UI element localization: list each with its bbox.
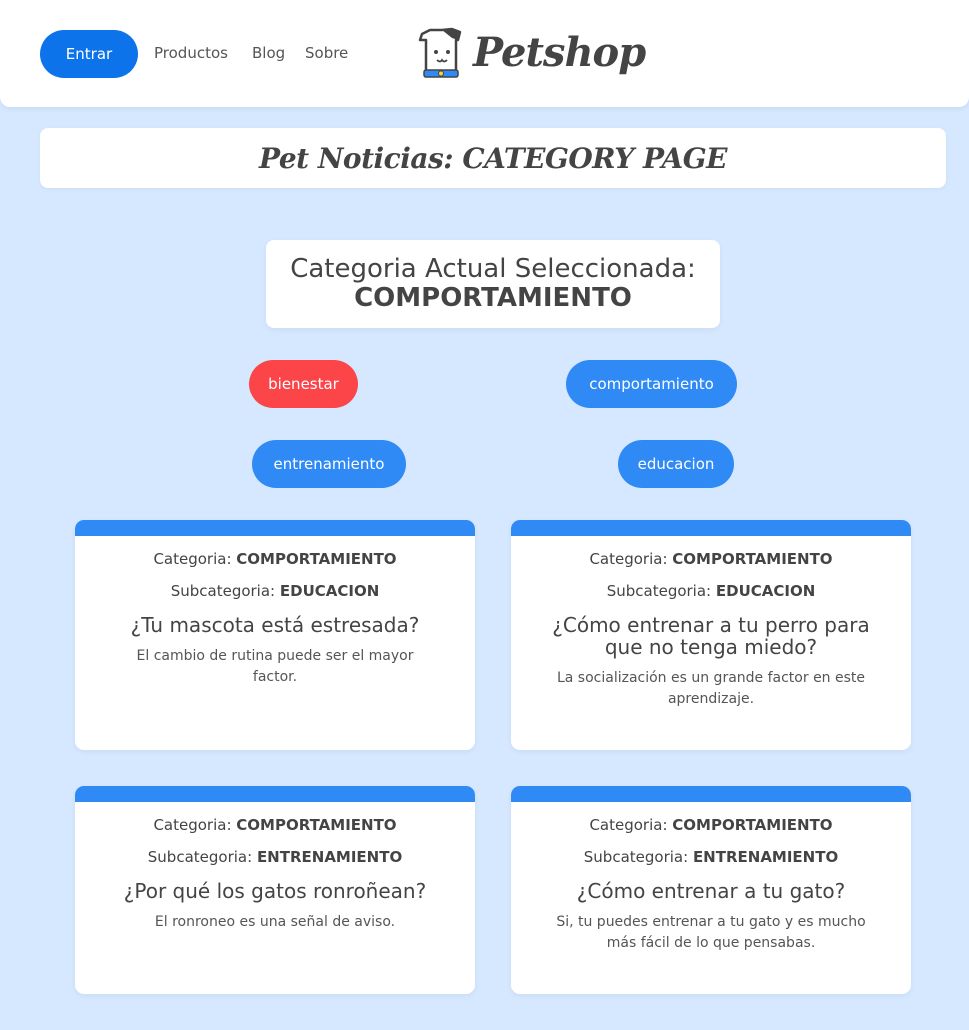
brand-logo-text[interactable]: Petshop xyxy=(473,26,646,80)
card-subcategory: Subcategoria: ENTRENAMIENTO xyxy=(147,848,403,866)
card-category: Categoria: COMPORTAMIENTO xyxy=(153,816,397,834)
nav-link-sobre[interactable]: Sobre xyxy=(305,44,348,62)
login-button[interactable]: Entrar xyxy=(40,30,138,78)
filter-entrenamiento-button[interactable]: entrenamiento xyxy=(252,440,406,488)
card-title[interactable]: ¿Cómo entrenar a tu perro para que no te… xyxy=(551,614,871,658)
post-card[interactable]: Categoria: COMPORTAMIENTO Subcategoria: … xyxy=(511,520,911,750)
post-card[interactable]: Categoria: COMPORTAMIENTO Subcategoria: … xyxy=(75,786,475,994)
nav-link-productos[interactable]: Productos xyxy=(154,44,228,62)
current-category-box: Categoria Actual Seleccionada: COMPORTAM… xyxy=(266,240,720,328)
card-accent-strip xyxy=(75,786,475,802)
card-accent-strip xyxy=(75,520,475,536)
card-category: Categoria: COMPORTAMIENTO xyxy=(589,816,833,834)
dog-logo-icon[interactable] xyxy=(416,26,466,82)
card-title[interactable]: ¿Por qué los gatos ronroñean? xyxy=(115,880,435,902)
filter-educacion-button[interactable]: educacion xyxy=(618,440,734,488)
post-card[interactable]: Categoria: COMPORTAMIENTO Subcategoria: … xyxy=(75,520,475,750)
current-category-value: COMPORTAMIENTO xyxy=(354,283,632,313)
card-accent-strip xyxy=(511,520,911,536)
site-header: Entrar Productos Blog Sobre Petshop xyxy=(0,0,969,107)
card-accent-strip xyxy=(511,786,911,802)
filter-comportamiento-button[interactable]: comportamiento xyxy=(566,360,737,408)
card-subcategory: Subcategoria: ENTRENAMIENTO xyxy=(583,848,839,866)
card-title[interactable]: ¿Tu mascota está estresada? xyxy=(115,614,435,636)
card-title[interactable]: ¿Cómo entrenar a tu gato? xyxy=(551,880,871,902)
card-description: Si, tu puedes entrenar a tu gato y es mu… xyxy=(556,914,866,951)
card-subcategory: Subcategoria: EDUCACION xyxy=(606,582,816,600)
post-card[interactable]: Categoria: COMPORTAMIENTO Subcategoria: … xyxy=(511,786,911,994)
card-description: El ronroneo es una señal de aviso. xyxy=(154,914,396,930)
current-category-label: Categoria Actual Seleccionada: xyxy=(290,254,696,284)
card-category: Categoria: COMPORTAMIENTO xyxy=(153,550,397,568)
card-description: El cambio de rutina puede ser el mayor f… xyxy=(136,648,414,685)
nav-link-blog[interactable]: Blog xyxy=(252,44,285,62)
card-category: Categoria: COMPORTAMIENTO xyxy=(589,550,833,568)
page-title-bar: Pet Noticias: CATEGORY PAGE xyxy=(40,128,946,188)
card-description: La socialización es un grande factor en … xyxy=(556,670,866,707)
filter-bienestar-button[interactable]: bienestar xyxy=(249,360,358,408)
page-title: Pet Noticias: CATEGORY PAGE xyxy=(259,141,727,175)
card-subcategory: Subcategoria: EDUCACION xyxy=(170,582,380,600)
